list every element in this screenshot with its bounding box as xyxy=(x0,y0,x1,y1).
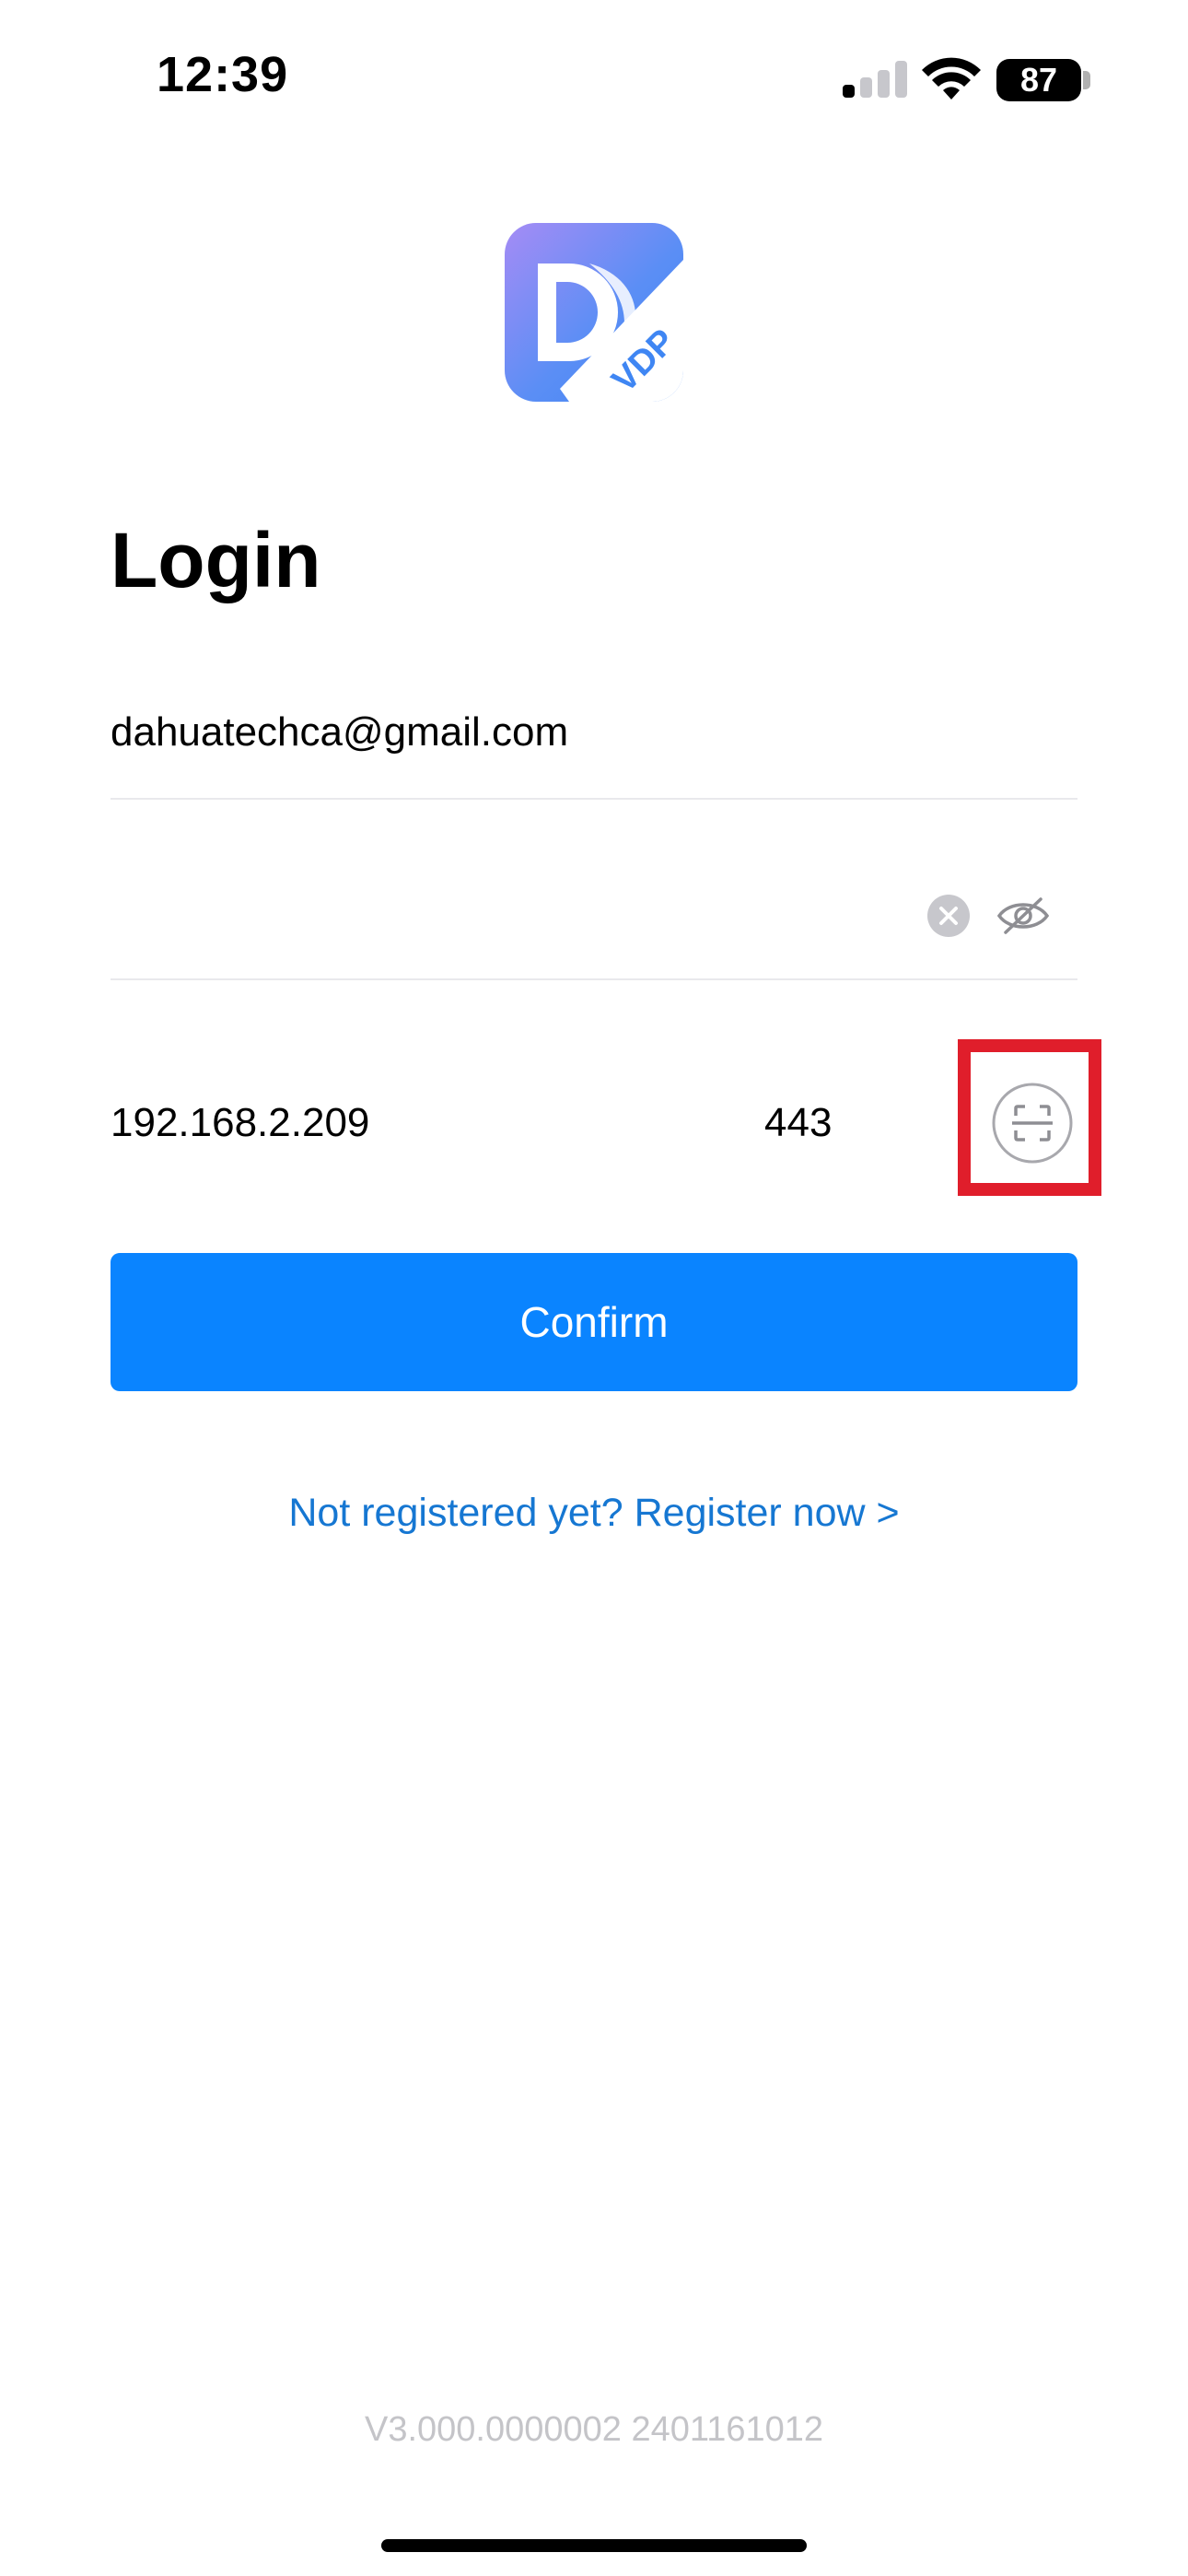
app-logo: VDP xyxy=(505,223,683,402)
page-title: Login xyxy=(111,517,321,603)
server-port-field[interactable]: 443 xyxy=(764,1100,832,1146)
battery-cap xyxy=(1083,71,1090,89)
divider xyxy=(111,978,1077,980)
signal-icon xyxy=(843,61,909,98)
register-link[interactable]: Not registered yet? Register now > xyxy=(0,1491,1188,1536)
status-time: 12:39 xyxy=(157,47,289,102)
email-field[interactable]: dahuatechca@gmail.com xyxy=(111,709,568,755)
version-label: V3.000.0000002 2401161012 xyxy=(364,2410,823,2449)
divider xyxy=(111,798,1077,800)
scan-icon[interactable] xyxy=(992,1083,1073,1164)
battery-icon: 87 xyxy=(996,59,1081,101)
eye-off-icon[interactable] xyxy=(996,894,1050,938)
wifi-icon xyxy=(922,57,981,100)
server-ip-field[interactable]: 192.168.2.209 xyxy=(111,1100,369,1146)
battery-level: 87 xyxy=(1019,61,1058,99)
password-field[interactable] xyxy=(111,890,903,945)
clear-icon[interactable] xyxy=(926,894,971,938)
home-indicator[interactable] xyxy=(381,2539,807,2552)
confirm-button[interactable]: Confirm xyxy=(111,1253,1077,1391)
